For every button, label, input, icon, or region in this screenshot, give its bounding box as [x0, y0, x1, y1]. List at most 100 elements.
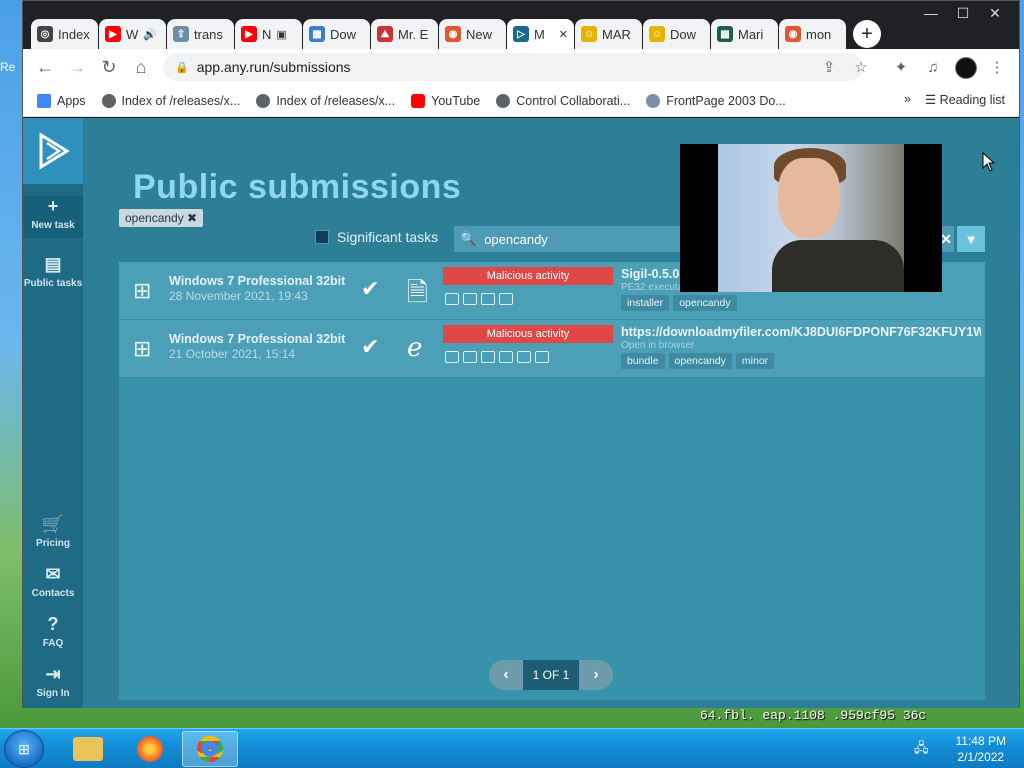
sidebar: + New task ▤ Public tasks 🛒 Pricing ✉ Contac…	[23, 118, 83, 708]
share-icon[interactable]: ⇪	[819, 57, 839, 77]
os-name: Windows 7 Professional 32bit	[169, 274, 346, 288]
sidebar-item-faq[interactable]: ? FAQ	[23, 614, 83, 649]
forward-arrow-icon[interactable]: →	[67, 57, 87, 77]
tab-title: Dow	[670, 26, 697, 42]
menu-icon[interactable]: ⋮	[987, 57, 1007, 77]
network-icon	[445, 351, 459, 363]
reading-list-button[interactable]: ☰ Reading list	[925, 92, 1005, 107]
question-icon: ?	[47, 614, 59, 634]
anyrun-logo[interactable]	[23, 118, 83, 184]
picture-in-picture-icon[interactable]: ▣	[276, 28, 286, 41]
sidebar-item-label: Sign In	[36, 688, 70, 699]
desktop-ticker-text: 64.fbl. eap.1108 .959cf95 36c	[700, 708, 927, 723]
browser-tab[interactable]: ▶ N ▣	[235, 19, 302, 49]
browser-tab[interactable]: ▶ W 🔊	[99, 19, 166, 49]
globe-icon	[101, 93, 116, 108]
picture-in-picture-video[interactable]	[680, 144, 942, 292]
prev-page-button[interactable]: ‹	[489, 660, 523, 690]
start-button[interactable]: ⊞	[4, 730, 44, 768]
bookmark-apps[interactable]: Apps	[37, 93, 86, 108]
task-date: 21 October 2021, 15:14	[169, 347, 296, 361]
significant-tasks-toggle[interactable]: Significant tasks	[315, 229, 438, 245]
system-clock[interactable]: 11:48 PM 2/1/2022	[956, 733, 1006, 765]
browser-tab[interactable]: ⇧ trans	[167, 19, 234, 49]
globe-icon	[646, 93, 661, 108]
filter-tag-chip[interactable]: opencandy ✖	[119, 209, 204, 227]
sidebar-item-sign-in[interactable]: ⇥ Sign In	[23, 664, 83, 699]
clear-search-icon[interactable]: ✕	[940, 231, 952, 248]
taskbar-firefox[interactable]	[122, 731, 178, 767]
tag-badge[interactable]: opencandy	[673, 295, 737, 311]
bookmark-item[interactable]: Index of /releases/x...	[101, 93, 240, 108]
browser-tab[interactable]: ▩ Mari	[711, 19, 778, 49]
browser-tab[interactable]: ◉ New	[439, 19, 506, 49]
browser-tab[interactable]: ◎ Index	[31, 19, 98, 49]
tab-close-icon[interactable]: ✕	[559, 28, 568, 41]
address-bar[interactable]: 🔒 app.any.run/submissions	[163, 53, 863, 81]
sidebar-item-new-task[interactable]: + New task	[23, 196, 83, 238]
youtube-icon	[411, 93, 426, 108]
windows-logo-icon: ⊞	[133, 336, 152, 361]
sidebar-item-pricing[interactable]: 🛒 Pricing	[23, 514, 83, 549]
sidebar-item-public-tasks[interactable]: ▤ Public tasks	[23, 254, 83, 289]
verdict-badge: Malicious activity	[443, 267, 613, 285]
tag-badge[interactable]: bundle	[621, 353, 665, 369]
profile-avatar[interactable]	[955, 57, 977, 79]
bookmark-star-icon[interactable]: ☆	[851, 57, 871, 77]
bookmarks-overflow-button[interactable]: »	[904, 92, 911, 107]
reload-icon[interactable]: ↻	[99, 57, 119, 77]
home-icon[interactable]: ⌂	[131, 57, 151, 77]
url-text[interactable]: app.any.run/submissions	[197, 59, 351, 75]
feature-icons	[445, 351, 549, 363]
taskbar-explorer[interactable]	[60, 731, 116, 767]
tab-title: New	[466, 26, 493, 42]
search-icon: 🔍	[460, 231, 477, 246]
minimize-button[interactable]: —	[915, 3, 947, 23]
chrome-icon	[197, 736, 223, 762]
browser-tab-active[interactable]: ▷ M ✕	[507, 19, 574, 49]
bookmark-item[interactable]: Control Collaborati...	[496, 93, 630, 108]
bookmark-label: Index of /releases/x...	[276, 93, 396, 108]
taskbar-chrome[interactable]	[182, 731, 238, 767]
table-row[interactable]: ⊞ Windows 7 Professional 32bit 21 Octobe…	[119, 320, 985, 378]
bookmark-label: Apps	[57, 93, 86, 108]
file-name[interactable]: https://downloadmyfiler.com/KJ8DUI6FDPON…	[621, 325, 981, 339]
search-value[interactable]: opencandy	[484, 232, 548, 247]
close-button[interactable]: ✕	[979, 3, 1011, 23]
speaker-icon[interactable]: 🔊	[143, 28, 157, 41]
back-arrow-icon[interactable]: ←	[35, 57, 55, 77]
youtube-icon: ▶	[105, 26, 121, 42]
shield-icon	[535, 351, 549, 363]
extensions-icon[interactable]: ✦	[891, 57, 911, 77]
tab-title: Index	[58, 26, 90, 42]
globe-icon	[256, 93, 271, 108]
next-page-button[interactable]: ›	[579, 660, 613, 690]
tab-favicon-icon: ☺	[581, 26, 597, 42]
bookmark-item[interactable]: Index of /releases/x...	[256, 93, 396, 108]
browser-tab[interactable]: ☺ MAR	[575, 19, 642, 49]
network-tray-icon[interactable]: 🖧	[914, 739, 930, 755]
sidebar-item-label: New task	[31, 220, 75, 231]
sidebar-item-contacts[interactable]: ✉ Contacts	[23, 564, 83, 599]
tag-badge[interactable]: opencandy	[668, 353, 732, 369]
tag-badge[interactable]: installer	[621, 295, 670, 311]
anyrun-page: + New task ▤ Public tasks 🛒 Pricing ✉ Contac…	[23, 118, 1019, 708]
browser-tab[interactable]: ⛰ Mr. E	[371, 19, 438, 49]
bookmark-item[interactable]: FrontPage 2003 Do...	[646, 93, 786, 108]
new-tab-button[interactable]: +	[853, 20, 881, 48]
browser-tab[interactable]: ◉ mon	[779, 19, 846, 49]
browser-tab[interactable]: ☺ Dow	[643, 19, 710, 49]
windows-logo-icon: ⊞	[18, 740, 30, 757]
filter-button[interactable]: ▼	[957, 226, 985, 252]
tag-badge[interactable]: minor	[735, 353, 775, 369]
browser-tab[interactable]: ▦ Dow	[303, 19, 370, 49]
media-control-icon[interactable]: ♫	[923, 57, 943, 77]
exe-icon	[463, 293, 477, 305]
bookmark-item[interactable]: YouTube	[411, 93, 481, 108]
internet-explorer-icon: ℯ	[407, 332, 423, 362]
maximize-button[interactable]: ☐	[947, 3, 979, 23]
significant-tasks-checkbox[interactable]	[315, 230, 329, 244]
bookmark-label: YouTube	[431, 93, 481, 108]
lock-icon[interactable]: 🔒	[175, 61, 189, 74]
windows-logo-icon: ⊞	[133, 278, 152, 303]
